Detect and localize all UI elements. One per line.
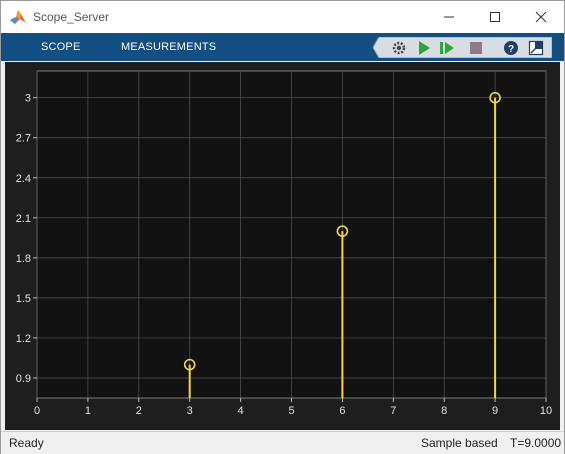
y-tick-label: 2.1 [16, 213, 31, 225]
minimize-icon [444, 16, 454, 18]
x-tick-label: 5 [288, 405, 294, 417]
x-tick-label: 2 [136, 405, 142, 417]
x-tick-label: 3 [187, 405, 193, 417]
settings-button[interactable] [388, 37, 409, 58]
window-title: Scope_Server [33, 10, 110, 24]
undock-icon [528, 40, 543, 55]
status-bar: Ready Sample based T=9.0000 [1, 431, 564, 454]
minimize-button[interactable] [426, 1, 472, 33]
y-tick-label: 1.5 [16, 293, 31, 305]
x-tick-label: 1 [85, 405, 91, 417]
scope-display[interactable]: 0 1 2 3 4 5 6 7 8 9 10 0.9 1.2 1.5 1.8 2.1 2.4 2.7 3 [5, 62, 560, 430]
x-tick-label: 10 [540, 405, 552, 417]
x-tick-label: 0 [34, 405, 40, 417]
close-button[interactable] [518, 1, 564, 33]
tab-scope[interactable]: SCOPE [41, 41, 81, 53]
x-tick-label: 6 [339, 405, 345, 417]
stem-plot: 0 1 2 3 4 5 6 7 8 9 10 0.9 1.2 1.5 1.8 2.1 2.4 2.7 3 [16, 70, 552, 417]
title-bar: Scope_Server [1, 1, 564, 33]
step-forward-icon [439, 41, 454, 54]
y-tick-label: 1.8 [16, 253, 31, 265]
settings-gear-icon [392, 41, 405, 54]
svg-text:?: ? [507, 44, 513, 55]
undock-button[interactable] [525, 37, 546, 58]
step-forward-button[interactable] [436, 37, 457, 58]
x-tick-label: 4 [238, 405, 244, 417]
quick-access-toolbar: ? [373, 37, 552, 58]
matlab-logo-icon [10, 10, 26, 24]
x-tick-label: 7 [390, 405, 396, 417]
maximize-icon [490, 12, 500, 22]
help-icon: ? [503, 40, 518, 55]
stop-button[interactable] [465, 37, 486, 58]
y-tick-label: 2.4 [16, 173, 31, 185]
status-time: T=9.0000 [510, 436, 562, 450]
y-tick-label: 1.2 [16, 333, 31, 345]
run-button[interactable] [413, 37, 434, 58]
stop-icon [469, 41, 482, 54]
x-tick-label: 9 [492, 405, 498, 417]
y-tick-label: 2.7 [16, 133, 31, 145]
x-tick-label: 8 [441, 405, 447, 417]
close-icon [535, 11, 547, 23]
status-mode: Sample based [421, 436, 498, 450]
y-tick-label: 0.9 [16, 373, 31, 385]
scope-window: Scope_Server SCOPE MEASUREMENTS ? 0 1 2 … [0, 0, 565, 454]
run-icon [418, 40, 430, 55]
help-button[interactable]: ? [500, 37, 521, 58]
status-ready: Ready [9, 436, 44, 450]
tab-measurements[interactable]: MEASUREMENTS [121, 41, 216, 53]
y-tick-label: 3 [25, 93, 31, 105]
maximize-button[interactable] [472, 1, 518, 33]
